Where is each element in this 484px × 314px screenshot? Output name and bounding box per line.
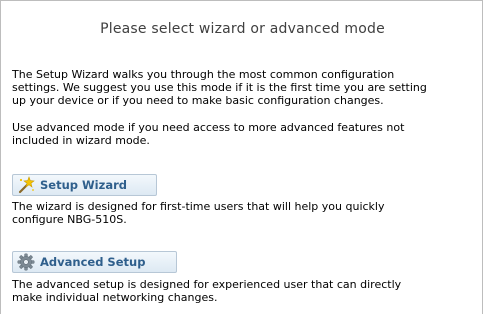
setup-wizard-label: Setup Wizard <box>40 178 127 192</box>
advanced-setup-button[interactable]: Advanced Setup <box>12 251 177 273</box>
intro-line: up your device or if you need to make ba… <box>12 94 384 107</box>
advanced-setup-label: Advanced Setup <box>40 255 146 269</box>
intro-line: settings. We suggest you use this mode i… <box>12 81 427 94</box>
advanced-desc-line: The advanced setup is designed for exper… <box>12 278 402 291</box>
setup-wizard-button[interactable]: Setup Wizard <box>12 174 157 196</box>
magic-wand-icon <box>18 176 35 194</box>
advanced-note-line: included in wizard mode. <box>12 134 150 147</box>
mode-selection-panel: Please select wizard or advanced mode Th… <box>0 0 483 314</box>
advanced-mode-note: Use advanced mode if you need access to … <box>12 121 482 147</box>
advanced-description: The advanced setup is designed for exper… <box>12 278 482 304</box>
page-title: Please select wizard or advanced mode <box>100 21 385 37</box>
wizard-desc-line: configure NBG-510S. <box>12 213 127 226</box>
intro-text: The Setup Wizard walks you through the m… <box>12 68 482 107</box>
intro-line: The Setup Wizard walks you through the m… <box>12 68 395 81</box>
gear-icon <box>17 253 35 271</box>
wizard-description: The wizard is designed for first-time us… <box>12 200 482 226</box>
advanced-note-line: Use advanced mode if you need access to … <box>12 121 405 134</box>
wizard-desc-line: The wizard is designed for first-time us… <box>12 200 385 213</box>
advanced-desc-line: make individual networking changes. <box>12 291 218 304</box>
